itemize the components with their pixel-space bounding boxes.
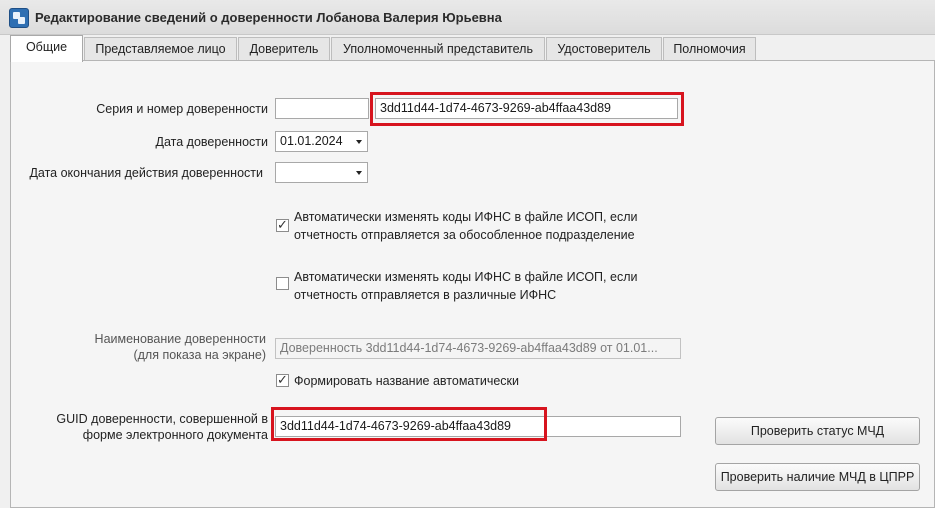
- auto-ifns-separate-checkbox[interactable]: ✓: [276, 217, 289, 232]
- auto-ifns-separate-label-line1: Автоматически изменять коды ИФНС в файле…: [294, 210, 638, 224]
- guid-label-line2: форме электронного документа: [82, 428, 268, 442]
- check-status-button[interactable]: Проверить статус МЧД: [715, 417, 920, 445]
- auto-ifns-various-checkbox[interactable]: [276, 277, 289, 290]
- guid-label-line1: GUID доверенности, совершенной в: [56, 412, 268, 426]
- checkmark-icon: ✓: [277, 217, 288, 232]
- display-name-label-line1: Наименование доверенности: [94, 332, 266, 346]
- date-value: 01.01.2024: [280, 134, 343, 148]
- auto-name-checkbox[interactable]: ✓: [276, 372, 289, 387]
- title-bar: Редактирование сведений о доверенности Л…: [0, 0, 935, 35]
- check-registry-button[interactable]: Проверить наличие МЧД в ЦПРР: [715, 463, 920, 491]
- tab-principal[interactable]: Доверитель: [238, 37, 330, 61]
- tab-authorized-representative[interactable]: Уполномоченный представитель: [331, 37, 545, 61]
- number-input[interactable]: 3dd11d44-1d74-4673-9269-ab4ffaa43d89: [375, 98, 678, 119]
- display-name-label-line2: (для показа на экране): [133, 348, 266, 362]
- display-name-input: Доверенность 3dd11d44-1d74-4673-9269-ab4…: [275, 338, 681, 359]
- auto-ifns-various-label-line2: отчетность отправляется в различные ИФНС: [294, 288, 557, 302]
- chevron-down-icon[interactable]: [356, 140, 362, 144]
- app-logo-icon: [9, 8, 29, 28]
- series-number-label: Серия и номер доверенности: [96, 102, 268, 116]
- series-input[interactable]: [275, 98, 369, 119]
- end-date-picker[interactable]: [275, 162, 368, 183]
- chevron-down-icon[interactable]: [356, 171, 362, 175]
- auto-name-label: Формировать название автоматически: [294, 374, 519, 388]
- checkmark-icon: ✓: [277, 372, 288, 387]
- end-date-label: Дата окончания действия доверенности: [29, 166, 263, 180]
- auto-ifns-separate-label-line2: отчетность отправляется за обособленное …: [294, 228, 635, 242]
- guid-input[interactable]: 3dd11d44-1d74-4673-9269-ab4ffaa43d89: [275, 416, 681, 437]
- window-title: Редактирование сведений о доверенности Л…: [35, 10, 502, 25]
- tab-represented-person[interactable]: Представляемое лицо: [84, 37, 237, 61]
- date-label: Дата доверенности: [155, 135, 268, 149]
- date-picker[interactable]: 01.01.2024: [275, 131, 368, 152]
- tab-general[interactable]: Общие: [10, 35, 83, 62]
- auto-ifns-various-label-line1: Автоматически изменять коды ИФНС в файле…: [294, 270, 638, 284]
- tab-certifier[interactable]: Удостоверитель: [546, 37, 662, 61]
- tab-strip: Общие Представляемое лицо Доверитель Упо…: [0, 35, 935, 62]
- tab-powers[interactable]: Полномочия: [663, 37, 756, 61]
